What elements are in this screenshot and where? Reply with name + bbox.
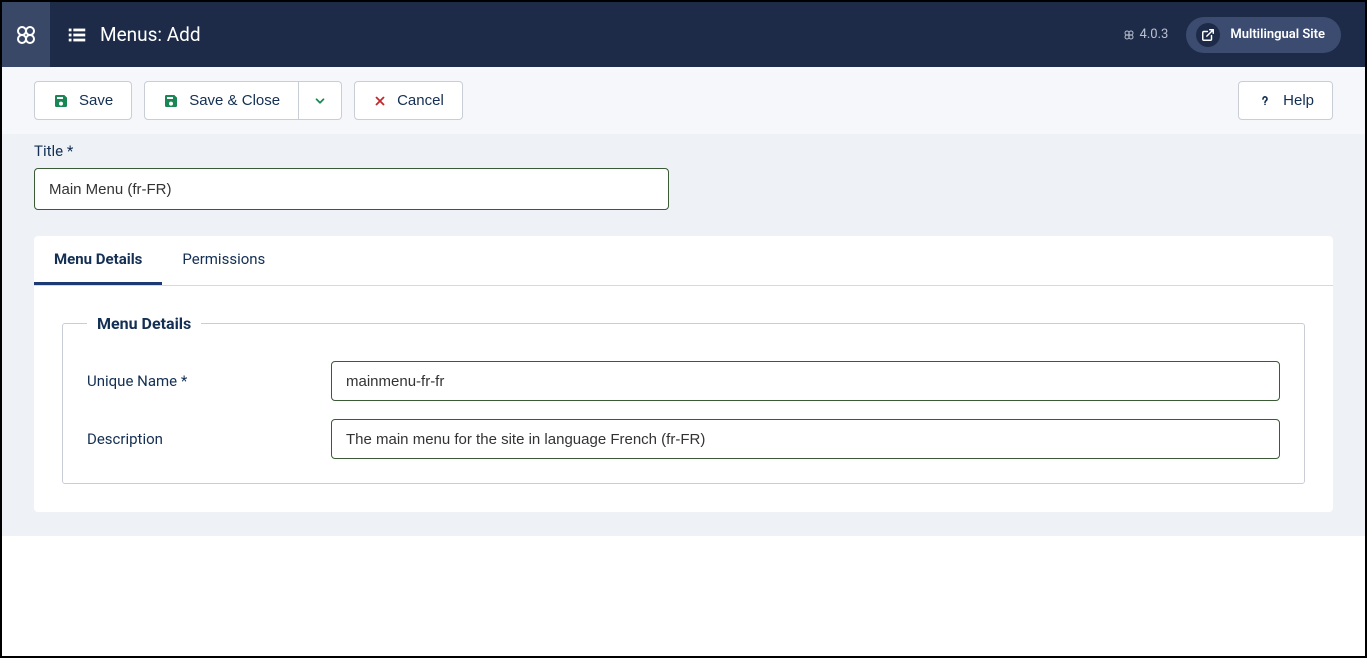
save-label: Save [79, 92, 113, 109]
page-title: Menus: Add [100, 23, 201, 46]
fieldset-legend: Menu Details [87, 314, 201, 333]
save-icon [53, 93, 69, 109]
version-label: 4.0.3 [1123, 27, 1169, 42]
unique-name-label: Unique Name * [87, 372, 331, 390]
topbar: Menus: Add 4.0.3 Multilingual Site [2, 2, 1365, 67]
form-row-description: Description [87, 419, 1280, 459]
tab-menu-details[interactable]: Menu Details [34, 236, 162, 285]
site-link-label: Multilingual Site [1230, 27, 1325, 42]
tabs: Menu Details Permissions [34, 236, 1333, 286]
save-close-label: Save & Close [189, 92, 280, 109]
content-area: Title * Menu Details Permissions Menu De… [2, 134, 1365, 536]
description-input[interactable] [331, 419, 1280, 459]
save-icon [163, 93, 179, 109]
tab-permissions[interactable]: Permissions [162, 236, 285, 285]
save-dropdown-button[interactable] [299, 81, 342, 120]
title-input[interactable] [34, 168, 669, 210]
help-icon [1257, 93, 1273, 109]
close-icon [373, 94, 387, 108]
title-label: Title * [34, 142, 1333, 160]
menu-details-fieldset: Menu Details Unique Name * Description [62, 314, 1305, 484]
joomla-logo[interactable] [2, 2, 50, 67]
cancel-button[interactable]: Cancel [354, 81, 463, 120]
save-close-button[interactable]: Save & Close [144, 81, 299, 120]
list-icon [66, 24, 88, 46]
cancel-label: Cancel [397, 92, 444, 109]
chevron-down-icon [313, 94, 327, 108]
form-row-unique-name: Unique Name * [87, 361, 1280, 401]
help-button[interactable]: Help [1238, 81, 1333, 120]
site-link-button[interactable]: Multilingual Site [1186, 17, 1341, 53]
tab-panel: Menu Details Unique Name * Description [34, 286, 1333, 512]
version-text: 4.0.3 [1140, 27, 1169, 42]
save-button[interactable]: Save [34, 81, 132, 120]
toolbar: Save Save & Close Cancel Help [2, 67, 1365, 134]
external-link-icon [1196, 23, 1220, 47]
save-close-group: Save & Close [144, 81, 342, 120]
description-label: Description [87, 430, 331, 448]
help-label: Help [1283, 92, 1314, 109]
unique-name-input[interactable] [331, 361, 1280, 401]
